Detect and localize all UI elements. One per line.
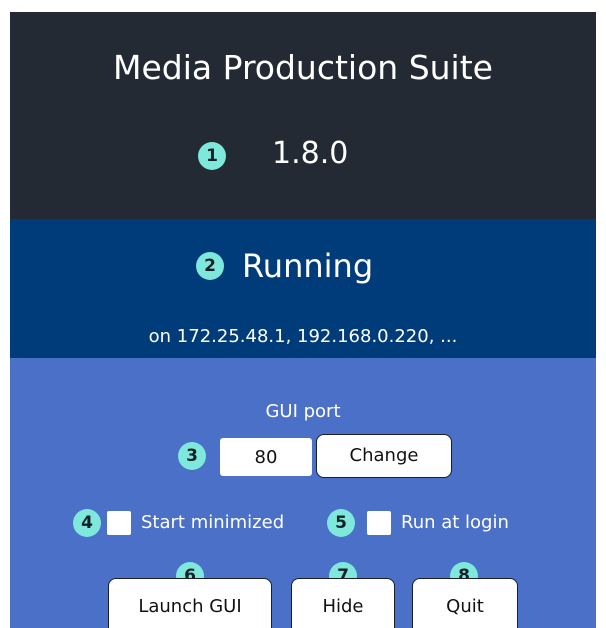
badge-3: 3 <box>178 442 206 470</box>
launch-gui-button[interactable]: Launch GUI <box>108 578 272 628</box>
status-text: Running <box>242 247 374 285</box>
start-minimized-checkbox[interactable] <box>107 511 131 535</box>
run-at-login-label: Run at login <box>401 512 509 533</box>
port-input[interactable] <box>220 438 312 476</box>
app-title: Media Production Suite <box>113 48 493 87</box>
badge-2: 2 <box>196 252 224 280</box>
controls-panel: GUI port 3 Change 4 Start minimized 5 Ru… <box>10 358 596 628</box>
port-label: GUI port <box>265 401 341 422</box>
run-at-login-checkbox[interactable] <box>367 511 391 535</box>
start-minimized-label: Start minimized <box>141 512 285 533</box>
version-text: 1.8.0 <box>272 136 349 171</box>
badge-1: 1 <box>198 142 226 170</box>
badge-5: 5 <box>327 509 355 537</box>
status-addresses: on 172.25.48.1, 192.168.0.220, ... <box>148 326 458 347</box>
change-port-button[interactable]: Change <box>316 434 452 478</box>
hide-button[interactable]: Hide <box>291 578 395 628</box>
app-window: Media Production Suite 1 1.8.0 2 Running… <box>10 12 596 628</box>
badge-4: 4 <box>73 509 101 537</box>
status-panel: 2 Running on 172.25.48.1, 192.168.0.220,… <box>10 219 596 358</box>
header-panel: Media Production Suite 1 1.8.0 <box>10 12 596 219</box>
quit-button[interactable]: Quit <box>412 578 518 628</box>
